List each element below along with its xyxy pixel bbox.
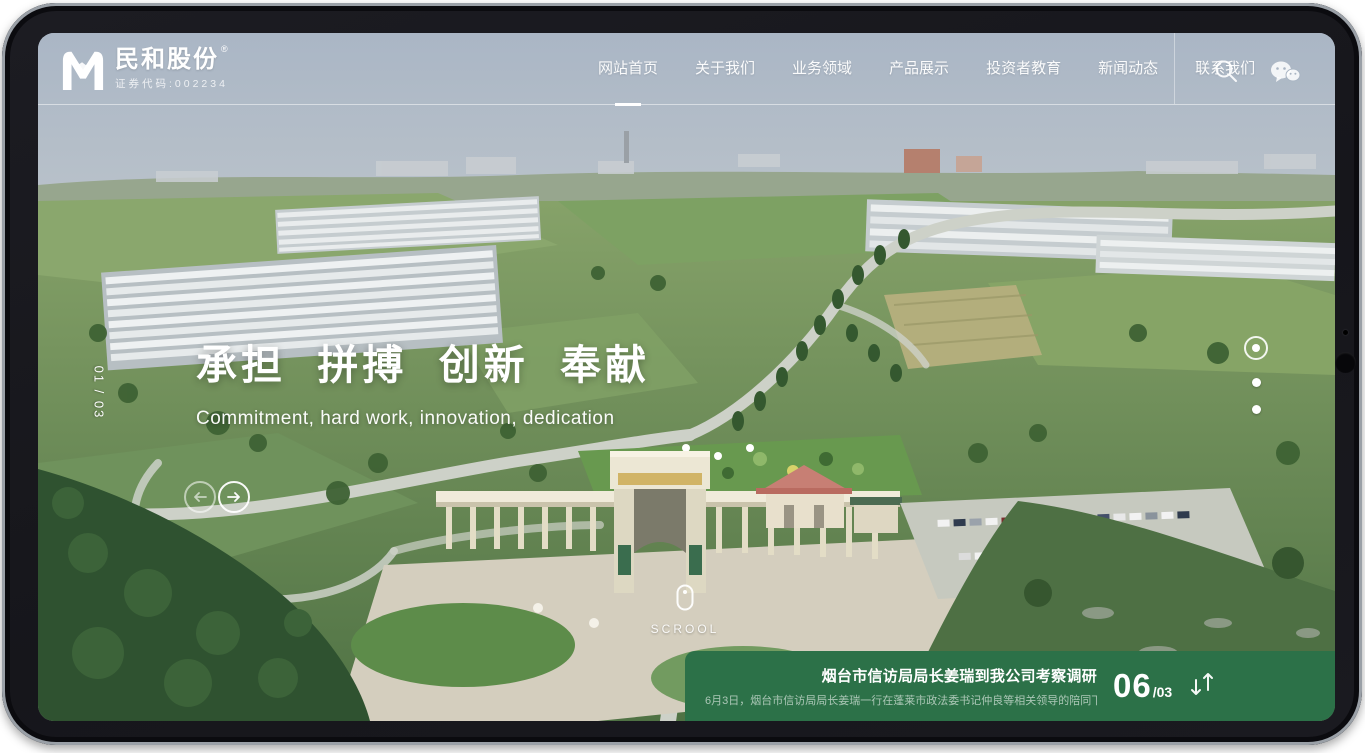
stage: 民和股份 ® 证券代码:002234 网站首页 关于我们: [0, 0, 1365, 753]
nav-item-business[interactable]: 业务领域: [792, 33, 852, 104]
nav-label: 网站首页: [598, 60, 658, 77]
wechat-button[interactable]: [1269, 60, 1301, 84]
mouse-icon: [676, 584, 694, 611]
slide-dot-1-active[interactable]: [1244, 336, 1268, 360]
slide-dot-3[interactable]: [1252, 405, 1261, 414]
nav-item-home[interactable]: 网站首页: [598, 33, 658, 104]
arrow-right-icon: [227, 492, 241, 502]
dot-core: [1252, 344, 1260, 352]
nav-label: 业务领域: [792, 60, 852, 77]
hero-title: 承担 拼搏 创新 奉献: [196, 331, 650, 391]
news-index: 06 /03: [1113, 667, 1172, 705]
m-handshake-logo-icon: [60, 47, 106, 91]
nav-item-news[interactable]: 新闻动态: [1098, 33, 1158, 104]
nav-item-products[interactable]: 产品展示: [889, 33, 949, 104]
slide-dots: [1243, 336, 1269, 414]
arrow-up-down-icon: [1188, 668, 1216, 700]
magnifier-icon: [1213, 58, 1239, 84]
nav-label: 投资者教育: [986, 60, 1061, 77]
scroll-label: SCROOL: [645, 622, 725, 636]
camera-lens-icon: [1335, 352, 1356, 373]
active-nav-indicator: [615, 103, 641, 106]
arrow-left-icon: [193, 492, 207, 502]
browser-screen: 民和股份 ® 证券代码:002234 网站首页 关于我们: [38, 33, 1335, 721]
brand-name: 民和股份: [115, 47, 219, 73]
news-link[interactable]: 烟台市信访局局长姜瑞到我公司考察调研 6月3日，烟台市信访局局长姜瑞一行在蓬莱市…: [705, 665, 1097, 708]
registered-mark: ®: [221, 44, 228, 54]
news-prev-next-button[interactable]: [1188, 668, 1216, 705]
nav-item-investor[interactable]: 投资者教育: [986, 33, 1061, 104]
carousel-prev-button[interactable]: [184, 481, 216, 513]
nav-label: 产品展示: [889, 60, 949, 77]
nav-label: 新闻动态: [1098, 60, 1158, 77]
stock-code: 证券代码:002234: [115, 76, 228, 91]
hero-copy: 承担 拼搏 创新 奉献 Commitment, hard work, innov…: [196, 331, 650, 430]
wechat-icon: [1269, 60, 1301, 84]
search-button[interactable]: [1213, 58, 1239, 84]
scroll-hint[interactable]: SCROOL: [645, 584, 725, 636]
brand-logo[interactable]: 民和股份 ® 证券代码:002234: [60, 47, 228, 91]
news-index-current: 06: [1113, 667, 1152, 705]
slide-counter: 01 / 03: [92, 343, 107, 443]
nav-item-about[interactable]: 关于我们: [695, 33, 755, 104]
camera-dot: [1343, 330, 1348, 335]
news-banner: 烟台市信访局局长姜瑞到我公司考察调研 6月3日，烟台市信访局局长姜瑞一行在蓬莱市…: [685, 651, 1335, 721]
slide-dot-2[interactable]: [1252, 378, 1261, 387]
brand-text: 民和股份 ® 证券代码:002234: [115, 47, 228, 91]
carousel-next-button[interactable]: [218, 481, 250, 513]
main-nav: 网站首页 关于我们 业务领域 产品展示: [598, 33, 1255, 104]
nav-label: 关于我们: [695, 60, 755, 77]
header-divider: [1174, 33, 1175, 104]
site-header: 民和股份 ® 证券代码:002234 网站首页 关于我们: [38, 33, 1335, 105]
hero-subtitle: Commitment, hard work, innovation, dedic…: [196, 408, 650, 430]
news-index-total: /03: [1153, 684, 1172, 700]
tablet-frame: 民和股份 ® 证券代码:002234 网站首页 关于我们: [2, 3, 1362, 745]
news-excerpt: 6月3日，烟台市信访局局长姜瑞一行在蓬莱市政法委书记仲良等相关领导的陪同下...: [705, 692, 1097, 708]
news-title: 烟台市信访局局长姜瑞到我公司考察调研: [705, 665, 1097, 686]
